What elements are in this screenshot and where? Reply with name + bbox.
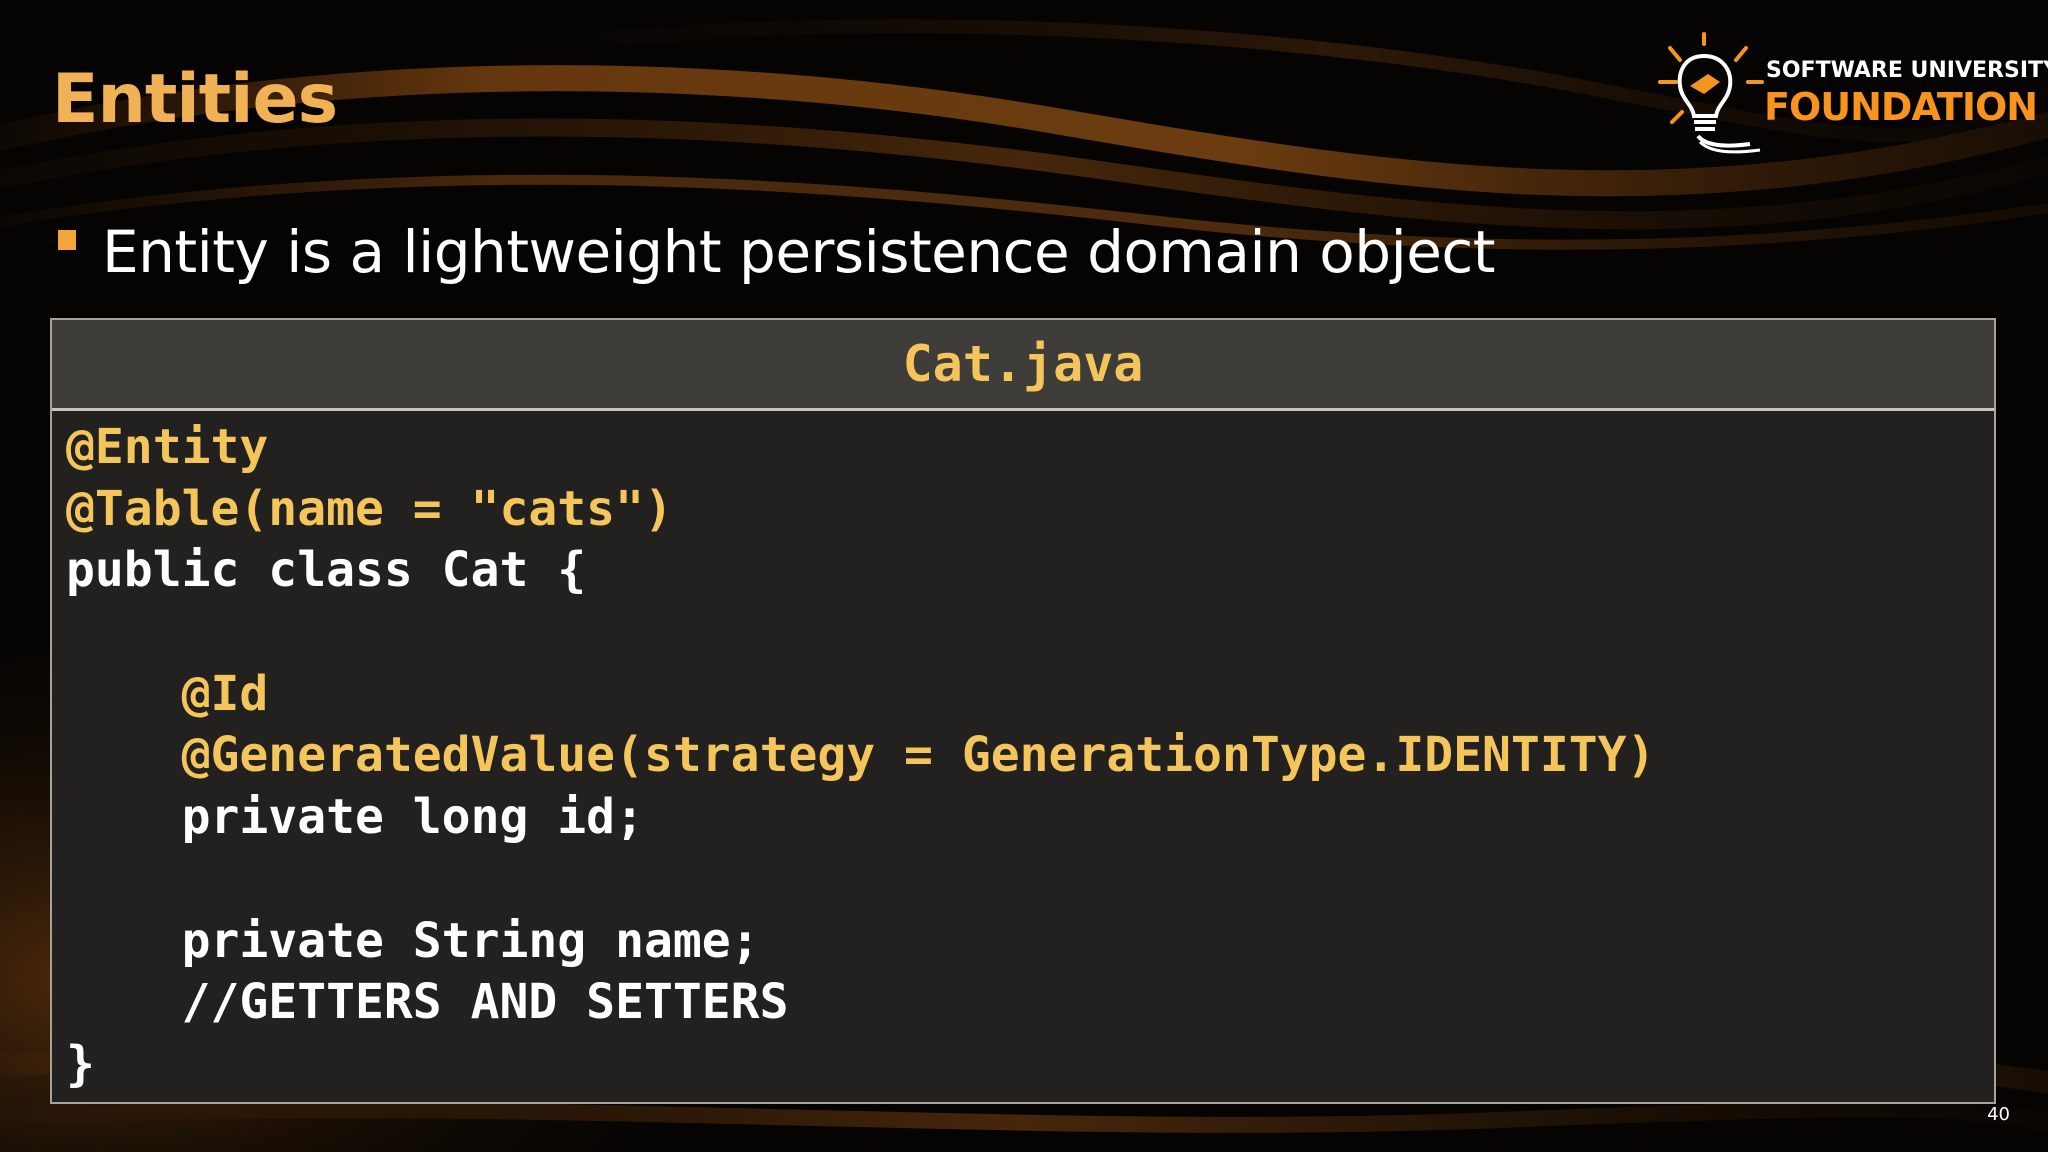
code-body: @Entity @Table(name = "cats") public class… [52, 411, 1994, 1096]
logo-text-bottom: FOUNDATION [1764, 85, 2038, 129]
slide-title: Entities [52, 60, 338, 139]
code-line: } [66, 1034, 1994, 1096]
code-token: private String name; [181, 912, 760, 969]
code-filename: Cat.java [52, 320, 1994, 411]
code-line: private long id; [66, 787, 1994, 849]
software-university-logo: SOFTWARE UNIVERSITY FOUNDATION [1650, 30, 2048, 160]
slide: Entities SOFTWARE UNIVERSITY FOUNDATION … [0, 0, 2048, 1152]
code-panel: Cat.java @Entity @Table(name = "cats") pub… [50, 318, 1996, 1104]
code-line: //GETTERS AND SETTERS [66, 972, 1994, 1034]
page-number: 40 [1987, 1104, 2010, 1125]
code-annotation-token: @Id [181, 665, 269, 722]
code-annotation-token: @GeneratedValue(strategy = GenerationTyp… [181, 727, 1656, 784]
code-line: private String name; [66, 911, 1994, 973]
code-annotation-token: @Table(name = "cats") [66, 480, 673, 537]
code-token: public class Cat { [66, 542, 587, 599]
bullet-list: Entity is a lightweight persistence doma… [56, 212, 1496, 292]
bullet-marker [58, 230, 76, 250]
code-line: @Table(name = "cats") [66, 479, 1994, 541]
lightbulb-icon [1658, 32, 1764, 154]
code-line: @Id [66, 664, 1994, 726]
bullet-item: Entity is a lightweight persistence doma… [56, 212, 1496, 292]
code-token: } [66, 1035, 95, 1092]
bullet-text: Entity is a lightweight persistence doma… [102, 218, 1496, 286]
code-line: @Entity [66, 417, 1994, 479]
code-line: public class Cat { [66, 540, 1994, 602]
code-annotation-token: @Entity [66, 419, 269, 475]
logo-text-top: SOFTWARE UNIVERSITY [1766, 58, 2048, 83]
code-token: //GETTERS AND SETTERS [181, 974, 789, 1031]
code-token: private long id; [181, 789, 644, 846]
code-line: @GeneratedValue(strategy = GenerationTyp… [66, 725, 1994, 787]
